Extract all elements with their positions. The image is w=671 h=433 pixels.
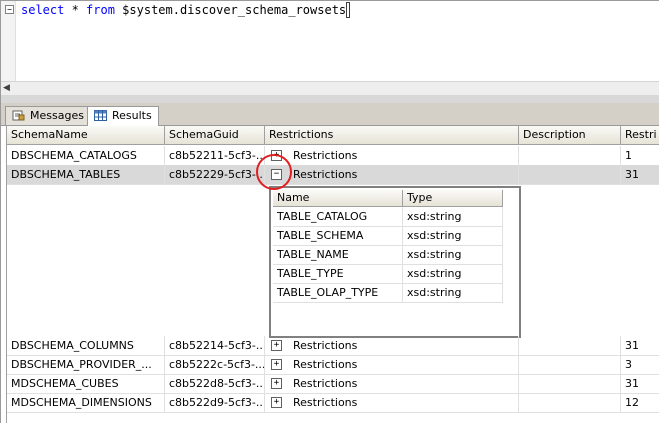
expand-icon[interactable]: + bbox=[271, 378, 282, 389]
collapse-icon[interactable]: − bbox=[5, 5, 14, 14]
editor-horizontal-scrollbar[interactable]: ◀ bbox=[1, 81, 661, 96]
column-header-schemaname[interactable]: SchemaName bbox=[7, 126, 165, 144]
expand-icon[interactable]: + bbox=[271, 397, 282, 408]
tab-results[interactable]: Results bbox=[87, 106, 159, 126]
tab-results-label: Results bbox=[112, 109, 152, 122]
subgrid-cell-type[interactable]: xsd:string bbox=[403, 207, 503, 226]
restrictions-link[interactable]: Restrictions bbox=[293, 336, 357, 355]
cell-description[interactable] bbox=[519, 393, 621, 412]
cell-restrictionsmask[interactable]: 31 bbox=[621, 165, 661, 184]
column-header-restrictions[interactable]: Restrictions bbox=[265, 126, 519, 144]
subgrid-cell-name[interactable]: TABLE_TYPE bbox=[273, 264, 403, 283]
cell-restrictionsmask[interactable]: 3 bbox=[621, 355, 661, 374]
results-tab-strip: Messages Results bbox=[1, 103, 661, 126]
keyword-select: select bbox=[21, 3, 65, 17]
query-window: − select * from $system.discover_schema_… bbox=[0, 0, 662, 426]
subgrid-row[interactable]: TABLE_SCHEMA xsd:string bbox=[273, 226, 503, 246]
tab-messages-label: Messages bbox=[30, 109, 84, 122]
column-header-description[interactable]: Description bbox=[519, 126, 621, 144]
restrictions-link[interactable]: Restrictions bbox=[293, 146, 357, 165]
table-row-selected[interactable]: DBSCHEMA_TABLES c8b52229-5cf3-... − Rest… bbox=[7, 165, 661, 185]
cell-schemaguid[interactable]: c8b522d9-5cf3-... bbox=[165, 393, 265, 412]
subgrid-column-header-name[interactable]: Name bbox=[273, 190, 403, 206]
expand-icon[interactable]: + bbox=[271, 359, 282, 370]
table-row[interactable]: DBSCHEMA_COLUMNS c8b52214-5cf3-... + Res… bbox=[7, 336, 661, 356]
cell-schemaguid[interactable]: c8b5222c-5cf3-... bbox=[165, 355, 265, 374]
restrictions-link[interactable]: Restrictions bbox=[293, 355, 357, 374]
cell-description[interactable] bbox=[519, 146, 621, 165]
cell-schemaname[interactable]: DBSCHEMA_COLUMNS bbox=[7, 336, 165, 355]
torn-edge-bottom bbox=[0, 423, 671, 433]
highlight-circle bbox=[256, 154, 292, 190]
tab-messages[interactable]: Messages bbox=[5, 106, 91, 125]
table-row[interactable]: DBSCHEMA_CATALOGS c8b52211-5cf3-... + Re… bbox=[7, 146, 661, 166]
grid-icon bbox=[94, 110, 107, 121]
restrictions-link[interactable]: Restrictions bbox=[293, 374, 357, 393]
cell-schemaname[interactable]: MDSCHEMA_CUBES bbox=[7, 374, 165, 393]
subgrid-cell-type[interactable]: xsd:string bbox=[403, 264, 503, 283]
subgrid-header-row: Name Type bbox=[273, 190, 503, 207]
cell-schemaguid[interactable]: c8b52229-5cf3-... bbox=[165, 165, 265, 184]
cell-schemaname[interactable]: DBSCHEMA_CATALOGS bbox=[7, 146, 165, 165]
subgrid-column-header-type[interactable]: Type bbox=[403, 190, 503, 206]
results-grid[interactable]: SchemaName SchemaGuid Restrictions Descr… bbox=[6, 126, 661, 425]
subgrid-cell-name[interactable]: TABLE_OLAP_TYPE bbox=[273, 283, 403, 302]
cell-restrictionsmask[interactable]: 1 bbox=[621, 146, 661, 165]
cell-description[interactable] bbox=[519, 165, 621, 184]
table-row[interactable]: MDSCHEMA_CUBES c8b522d8-5cf3-... + Restr… bbox=[7, 374, 661, 394]
cell-description[interactable] bbox=[519, 336, 621, 355]
subgrid-row[interactable]: TABLE_TYPE xsd:string bbox=[273, 264, 503, 284]
scroll-left-icon[interactable]: ◀ bbox=[3, 83, 10, 93]
editor-gutter: − bbox=[1, 1, 16, 81]
torn-edge-right bbox=[659, 0, 671, 433]
cell-schemaname[interactable]: MDSCHEMA_DIMENSIONS bbox=[7, 393, 165, 412]
query-editor[interactable]: − select * from $system.discover_schema_… bbox=[1, 1, 661, 82]
cell-restrictionsmask[interactable]: 12 bbox=[621, 393, 661, 412]
grid-header-row: SchemaName SchemaGuid Restrictions Descr… bbox=[7, 126, 661, 145]
cell-restrictionsmask[interactable]: 31 bbox=[621, 374, 661, 393]
subgrid-cell-type[interactable]: xsd:string bbox=[403, 245, 503, 264]
subgrid-row[interactable]: TABLE_NAME xsd:string bbox=[273, 245, 503, 265]
subgrid-cell-name[interactable]: TABLE_CATALOG bbox=[273, 207, 403, 226]
cell-restrictions[interactable]: + Restrictions bbox=[265, 146, 519, 165]
cell-schemaguid[interactable]: c8b522d8-5cf3-... bbox=[165, 374, 265, 393]
column-header-restrictionsmask[interactable]: Restri bbox=[621, 126, 661, 144]
cell-schemaguid[interactable]: c8b52214-5cf3-... bbox=[165, 336, 265, 355]
subgrid-row[interactable]: TABLE_OLAP_TYPE xsd:string bbox=[273, 283, 503, 303]
cell-description[interactable] bbox=[519, 355, 621, 374]
cell-schemaname[interactable]: DBSCHEMA_TABLES bbox=[7, 165, 165, 184]
text-cursor bbox=[346, 2, 351, 18]
cell-restrictions[interactable]: − Restrictions bbox=[265, 165, 519, 184]
subgrid-cell-name[interactable]: TABLE_SCHEMA bbox=[273, 226, 403, 245]
subgrid-cell-name[interactable]: TABLE_NAME bbox=[273, 245, 403, 264]
cell-schemaguid[interactable]: c8b52211-5cf3-... bbox=[165, 146, 265, 165]
cell-restrictions[interactable]: + Restrictions bbox=[265, 336, 519, 355]
table-reference: $system.discover_schema_rowsets bbox=[114, 3, 347, 17]
restrictions-link[interactable]: Restrictions bbox=[293, 165, 357, 184]
cell-schemaname[interactable]: DBSCHEMA_PROVIDER_... bbox=[7, 355, 165, 374]
query-text[interactable]: select * from $system.discover_schema_ro… bbox=[21, 2, 351, 18]
cell-description[interactable] bbox=[519, 374, 621, 393]
restrictions-subgrid[interactable]: Name Type TABLE_CATALOG xsd:string TABLE… bbox=[269, 186, 521, 338]
keyword-from: from bbox=[86, 3, 115, 17]
cell-restrictions[interactable]: + Restrictions bbox=[265, 374, 519, 393]
restrictions-link[interactable]: Restrictions bbox=[293, 393, 357, 412]
table-row[interactable]: MDSCHEMA_DIMENSIONS c8b522d9-5cf3-... + … bbox=[7, 393, 661, 413]
subgrid-cell-type[interactable]: xsd:string bbox=[403, 283, 503, 302]
messages-icon bbox=[12, 110, 25, 121]
column-header-schemaguid[interactable]: SchemaGuid bbox=[165, 126, 265, 144]
expand-icon[interactable]: + bbox=[271, 340, 282, 351]
subgrid-row[interactable]: TABLE_CATALOG xsd:string bbox=[273, 207, 503, 227]
subgrid-cell-type[interactable]: xsd:string bbox=[403, 226, 503, 245]
table-row[interactable]: DBSCHEMA_PROVIDER_... c8b5222c-5cf3-... … bbox=[7, 355, 661, 375]
cell-restrictionsmask[interactable]: 31 bbox=[621, 336, 661, 355]
cell-restrictions[interactable]: + Restrictions bbox=[265, 393, 519, 412]
cell-restrictions[interactable]: + Restrictions bbox=[265, 355, 519, 374]
select-star: * bbox=[64, 3, 87, 17]
